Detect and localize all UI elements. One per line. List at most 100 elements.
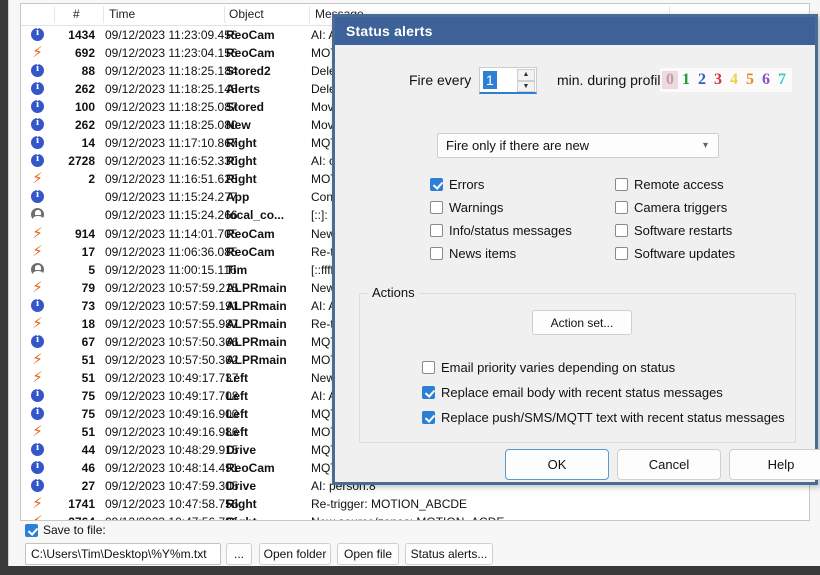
- row-time: 09/12/2023 10:57:55.987: [105, 316, 239, 331]
- status-filter-checkbox[interactable]: [615, 247, 628, 260]
- status-alerts-button[interactable]: Status alerts...: [405, 543, 493, 565]
- column-header-object[interactable]: Object: [229, 7, 264, 21]
- help-button[interactable]: Help: [729, 449, 820, 480]
- profile-3[interactable]: 3: [710, 71, 726, 89]
- save-to-file-checkbox-row[interactable]: Save to file:: [25, 523, 106, 537]
- profile-5[interactable]: 5: [742, 71, 758, 89]
- column-separator[interactable]: [309, 6, 310, 23]
- info-icon: [31, 334, 47, 349]
- column-separator[interactable]: [54, 6, 55, 23]
- action-option-row[interactable]: Email priority varies depending on statu…: [422, 356, 675, 379]
- save-path-input[interactable]: C:\Users\Tim\Desktop\%Y%m.txt: [25, 543, 221, 565]
- bolt-icon: [31, 317, 47, 331]
- row-time: 09/12/2023 10:57:50.366: [105, 334, 239, 349]
- status-filter-label: Software updates: [634, 246, 736, 261]
- action-option-label: Email priority varies depending on statu…: [441, 360, 676, 375]
- profile-4[interactable]: 4: [726, 71, 742, 89]
- row-message: New source/zones: MOTION_ACDE: [311, 515, 504, 520]
- row-number: 79: [81, 280, 95, 295]
- open-folder-button[interactable]: Open folder: [259, 543, 331, 565]
- row-object: local_co...: [226, 208, 285, 223]
- save-to-file-checkbox[interactable]: [25, 523, 38, 537]
- action-option-label: Replace email body with recent status me…: [441, 385, 723, 400]
- column-header-time[interactable]: Time: [109, 7, 135, 21]
- chevron-down-icon: ▾: [702, 140, 708, 151]
- row-time: 09/12/2023 11:00:15.116: [105, 262, 237, 277]
- row-object: New: [226, 118, 251, 133]
- row-number: 27: [81, 479, 95, 494]
- status-filter-row[interactable]: Errors: [430, 173, 572, 196]
- status-filter-row[interactable]: Software updates: [615, 242, 735, 265]
- action-option-checkbox[interactable]: [422, 411, 435, 424]
- row-time: 09/12/2023 10:48:14.491: [105, 461, 239, 476]
- status-filter-checkbox[interactable]: [615, 224, 628, 237]
- ok-button[interactable]: OK: [505, 449, 609, 480]
- row-time: 09/12/2023 11:14:01.705: [105, 226, 238, 241]
- action-set-button[interactable]: Action set...: [532, 310, 632, 335]
- fire-every-value[interactable]: 1: [483, 71, 497, 89]
- browse-button[interactable]: ...: [226, 543, 252, 565]
- row-time: 09/12/2023 11:18:25.080: [105, 118, 238, 133]
- column-header-num[interactable]: #: [73, 7, 80, 21]
- row-time: 09/12/2023 11:18:25.148: [105, 82, 238, 97]
- status-filter-row[interactable]: Camera triggers: [615, 196, 735, 219]
- row-object: Tim: [226, 262, 248, 277]
- column-separator[interactable]: [224, 6, 225, 23]
- status-filter-row[interactable]: Warnings: [430, 196, 572, 219]
- row-time: 09/12/2023 10:49:16.986: [105, 425, 239, 440]
- row-time: 09/12/2023 11:16:52.330: [105, 154, 238, 169]
- open-file-button[interactable]: Open file: [337, 543, 399, 565]
- status-filter-row[interactable]: Remote access: [615, 173, 735, 196]
- row-time: 09/12/2023 10:57:50.362: [105, 352, 239, 367]
- row-object: Stored: [226, 100, 265, 115]
- status-filter-row[interactable]: Info/status messages: [430, 219, 572, 242]
- bolt-icon: [31, 497, 47, 511]
- action-option-row[interactable]: Replace email body with recent status me…: [422, 381, 723, 404]
- fire-every-stepper[interactable]: 1 ▲ ▼: [479, 67, 537, 94]
- row-object: Right: [226, 515, 257, 520]
- profile-2[interactable]: 2: [694, 71, 710, 89]
- stepper-down-icon[interactable]: ▼: [517, 80, 535, 92]
- stepper-buttons[interactable]: ▲ ▼: [517, 69, 535, 92]
- status-filter-checkbox[interactable]: [430, 201, 443, 214]
- row-object: Right: [226, 154, 257, 169]
- fire-mode-select[interactable]: Fire only if there are new ▾: [437, 133, 719, 158]
- status-filter-checkbox[interactable]: [430, 247, 443, 260]
- profile-6[interactable]: 6: [758, 71, 774, 89]
- stepper-up-icon[interactable]: ▲: [517, 69, 535, 81]
- action-option-checkbox[interactable]: [422, 361, 435, 374]
- status-filter-label: Remote access: [634, 177, 724, 192]
- row-number: 914: [74, 226, 95, 241]
- status-filter-row[interactable]: News items: [430, 242, 572, 265]
- row-number: 2764: [47, 515, 95, 520]
- status-filter-checkbox[interactable]: [615, 201, 628, 214]
- info-icon: [31, 406, 47, 421]
- row-object: Right: [226, 172, 257, 187]
- status-filter-checkbox[interactable]: [615, 178, 628, 191]
- profile-7[interactable]: 7: [774, 71, 790, 89]
- action-option-row[interactable]: Replace push/SMS/MQTT text with recent s…: [422, 406, 785, 429]
- dialog-titlebar[interactable]: Status alerts: [335, 17, 815, 45]
- cancel-button[interactable]: Cancel: [617, 449, 721, 480]
- info-icon: [31, 388, 47, 403]
- row-time: 09/12/2023 10:47:59.305: [105, 479, 239, 494]
- status-filter-checkbox[interactable]: [430, 178, 443, 191]
- action-option-checkbox[interactable]: [422, 386, 435, 399]
- info-icon: [31, 28, 47, 42]
- bolt-icon: [31, 227, 47, 241]
- profile-0[interactable]: 0: [662, 71, 678, 89]
- profile-selector[interactable]: 01234567: [660, 68, 792, 92]
- column-separator[interactable]: [103, 6, 104, 23]
- profile-1[interactable]: 1: [678, 71, 694, 89]
- fire-every-row: Fire every 1 ▲ ▼ min. during profiles 01…: [335, 67, 815, 95]
- row-time: 09/12/2023 10:47:56.791: [105, 515, 238, 520]
- row-time: 09/12/2023 10:49:17.708: [105, 388, 239, 403]
- table-row[interactable]: 2764 09/12/2023 10:47:56.791Right New sour…: [21, 513, 809, 520]
- row-object: ReoCam: [226, 461, 275, 476]
- row-number: 73: [81, 298, 95, 313]
- status-filter-row[interactable]: Software restarts: [615, 219, 735, 242]
- bolt-icon: [31, 281, 47, 295]
- row-number: 692: [74, 46, 95, 61]
- status-filter-checkbox[interactable]: [430, 224, 443, 237]
- status-filter-label: Info/status messages: [449, 223, 572, 238]
